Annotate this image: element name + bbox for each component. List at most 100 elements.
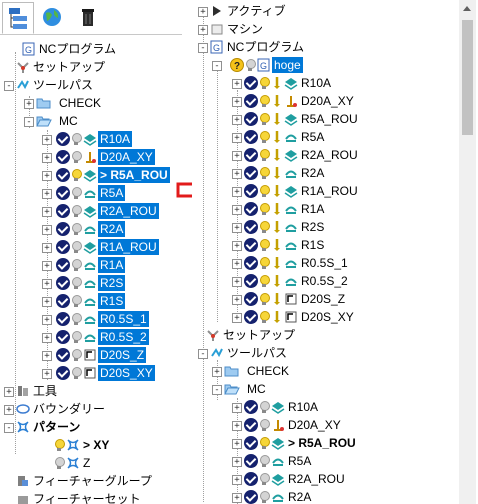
toolpath-collapse-toggle[interactable]: - xyxy=(198,349,208,359)
item-expand-toggle[interactable]: + xyxy=(232,439,242,449)
item-expand-toggle[interactable]: + xyxy=(42,279,52,289)
mc-folder-node[interactable]: MC xyxy=(36,112,80,130)
toolpath-item[interactable]: R5A xyxy=(56,184,127,202)
item-expand-toggle[interactable]: + xyxy=(232,79,242,89)
item-expand-toggle[interactable]: + xyxy=(42,189,52,199)
toolpath-item[interactable]: R5A xyxy=(244,128,326,146)
item-expand-toggle[interactable]: + xyxy=(42,207,52,217)
machine-node[interactable]: マシン xyxy=(210,20,265,38)
toolpath-item[interactable]: D20A_XY xyxy=(244,92,356,110)
mc-folder-node[interactable]: MC xyxy=(224,380,268,398)
toolpath-collapse-toggle[interactable]: - xyxy=(4,81,14,91)
toolpath-item[interactable]: R0.5S_1 xyxy=(56,310,150,328)
nc-program-collapse-toggle[interactable]: - xyxy=(198,43,208,53)
feature-set-node[interactable]: フィーチャーセット xyxy=(16,490,143,504)
toolpath-item[interactable]: R1A_ROU xyxy=(56,238,160,256)
item-expand-toggle[interactable]: + xyxy=(42,351,52,361)
toolpath-item[interactable]: R1A xyxy=(244,200,326,218)
toolpath-item[interactable]: D20S_Z xyxy=(244,290,347,308)
item-expand-toggle[interactable]: + xyxy=(42,135,52,145)
trash-tab[interactable] xyxy=(74,2,104,32)
item-expand-toggle[interactable]: + xyxy=(232,295,242,305)
scroll-up-arrow-icon[interactable] xyxy=(463,6,471,11)
toolpath-item[interactable]: R1S xyxy=(244,236,326,254)
pattern-collapse-toggle[interactable]: - xyxy=(4,423,14,433)
nc-program-node[interactable]: G NCプログラム xyxy=(22,40,118,58)
toolpath-item[interactable]: R10A xyxy=(244,74,333,92)
item-expand-toggle[interactable]: + xyxy=(42,225,52,235)
toolpath-item[interactable]: R1A xyxy=(56,256,127,274)
active-node[interactable]: アクティブ xyxy=(210,2,288,20)
toolpath-item[interactable]: D20S_Z xyxy=(56,346,148,364)
toolpath-node[interactable]: ツールパス xyxy=(210,344,289,362)
toolpath-item[interactable]: R1S xyxy=(56,292,127,310)
tools-node[interactable]: 工具 xyxy=(16,382,59,400)
item-expand-toggle[interactable]: + xyxy=(232,259,242,269)
toolpath-item[interactable]: R0.5S_1 xyxy=(244,254,350,272)
boundary-expand-toggle[interactable]: + xyxy=(4,405,14,415)
toolpath-item[interactable]: R2A xyxy=(56,220,127,238)
toolpath-item[interactable]: D20S_XY xyxy=(244,308,356,326)
scrollbar-thumb[interactable] xyxy=(462,20,473,135)
toolpath-item[interactable]: R5A_ROU xyxy=(244,110,360,128)
toolpath-item[interactable]: R2A_ROU xyxy=(244,146,360,164)
item-expand-toggle[interactable]: + xyxy=(232,277,242,287)
item-expand-toggle[interactable]: + xyxy=(42,333,52,343)
item-expand-toggle[interactable]: + xyxy=(42,153,52,163)
toolpath-item[interactable]: R10A xyxy=(244,398,320,416)
toolpath-item[interactable]: R0.5S_2 xyxy=(244,272,350,290)
toolpath-item[interactable]: R2S xyxy=(244,218,326,236)
toolpath-item[interactable]: R10A xyxy=(56,130,134,148)
item-expand-toggle[interactable]: + xyxy=(232,115,242,125)
check-folder-node[interactable]: CHECK xyxy=(224,362,291,380)
active-expand-toggle[interactable]: + xyxy=(198,7,208,17)
vertical-scrollbar[interactable] xyxy=(459,0,476,504)
globe-tab[interactable] xyxy=(38,2,68,32)
mc-collapse-toggle[interactable]: - xyxy=(24,117,34,127)
toolpath-item[interactable]: R2A xyxy=(244,488,313,504)
item-expand-toggle[interactable]: + xyxy=(232,475,242,485)
item-expand-toggle[interactable]: + xyxy=(232,493,242,503)
item-expand-toggle[interactable]: + xyxy=(232,457,242,467)
item-expand-toggle[interactable]: + xyxy=(232,223,242,233)
item-expand-toggle[interactable]: + xyxy=(232,241,242,251)
toolpath-node[interactable]: ツールパス xyxy=(16,76,95,94)
nc-program-node[interactable]: G NCプログラム xyxy=(210,38,306,56)
toolpath-item[interactable]: D20A_XY xyxy=(244,416,343,434)
item-expand-toggle[interactable]: + xyxy=(232,421,242,431)
toolpath-item[interactable]: R5A xyxy=(244,452,313,470)
toolpath-item[interactable]: R2S xyxy=(56,274,127,292)
toolpath-item[interactable]: R2A xyxy=(244,164,326,182)
toolpath-item[interactable]: > R5A_ROU xyxy=(56,166,171,184)
toolpath-item[interactable]: D20S_XY xyxy=(56,364,156,382)
tools-expand-toggle[interactable]: + xyxy=(4,387,14,397)
item-expand-toggle[interactable]: + xyxy=(232,151,242,161)
item-expand-toggle[interactable]: + xyxy=(232,313,242,323)
hoge-collapse-toggle[interactable]: - xyxy=(212,61,222,71)
toolpath-item[interactable]: R1A_ROU xyxy=(244,182,360,200)
hoge-node[interactable]: ? G hoge xyxy=(230,56,303,74)
machine-expand-toggle[interactable]: + xyxy=(198,25,208,35)
item-expand-toggle[interactable]: + xyxy=(42,243,52,253)
item-expand-toggle[interactable]: + xyxy=(232,403,242,413)
item-expand-toggle[interactable]: + xyxy=(232,169,242,179)
setup-node[interactable]: セットアップ xyxy=(206,326,297,344)
toolpath-item[interactable]: R2A_ROU xyxy=(244,470,347,488)
item-expand-toggle[interactable]: + xyxy=(42,261,52,271)
item-expand-toggle[interactable]: + xyxy=(232,205,242,215)
item-expand-toggle[interactable]: + xyxy=(232,97,242,107)
pattern-z-node[interactable]: Z xyxy=(54,454,92,472)
mc-collapse-toggle[interactable]: - xyxy=(212,385,222,395)
toolpath-item[interactable]: D20A_XY xyxy=(56,148,156,166)
item-expand-toggle[interactable]: + xyxy=(42,297,52,307)
item-expand-toggle[interactable]: + xyxy=(42,369,52,379)
toolpath-item[interactable]: > R5A_ROU xyxy=(244,434,358,452)
check-expand-toggle[interactable]: + xyxy=(24,99,34,109)
tree-view-tab[interactable] xyxy=(2,2,34,34)
setup-node[interactable]: セットアップ xyxy=(16,58,107,76)
item-expand-toggle[interactable]: + xyxy=(42,315,52,325)
toolpath-item[interactable]: R0.5S_2 xyxy=(56,328,150,346)
toolpath-item[interactable]: R2A_ROU xyxy=(56,202,160,220)
item-expand-toggle[interactable]: + xyxy=(42,171,52,181)
item-expand-toggle[interactable]: + xyxy=(232,187,242,197)
